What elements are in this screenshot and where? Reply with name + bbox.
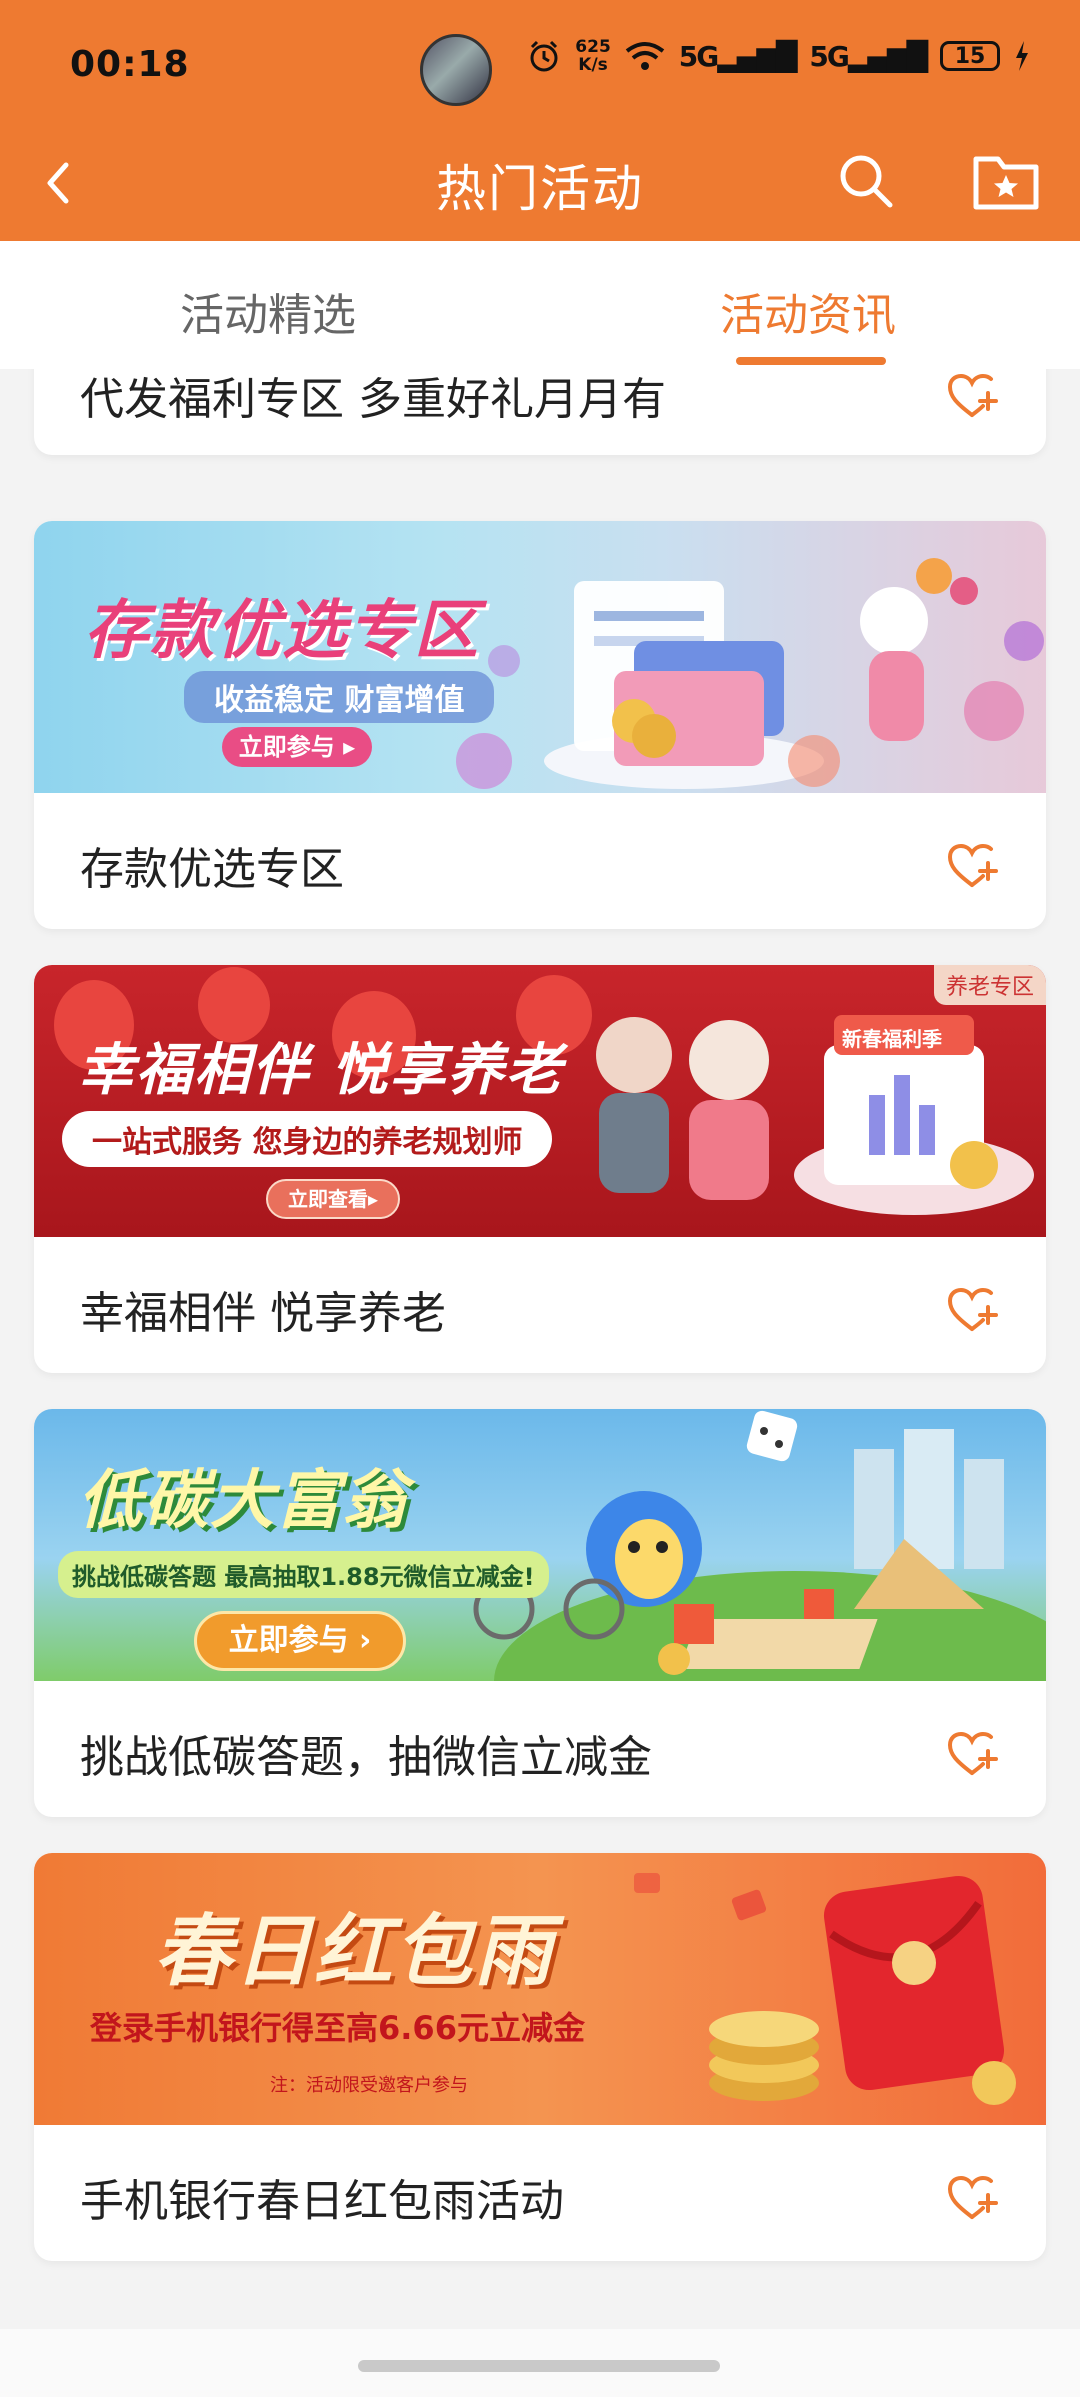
favorite-heart-icon[interactable] <box>946 2173 998 2225</box>
favorite-heart-icon[interactable] <box>946 371 998 423</box>
favorite-heart-icon[interactable] <box>946 841 998 893</box>
calendar-tag: 新春福利季 <box>842 1027 942 1051</box>
activity-banner[interactable]: 春日红包雨 登录手机银行得至高6.66元立减金 注：活动限受邀客户参与 <box>34 1853 1046 2125</box>
activity-title: 幸福相伴 悦享养老 <box>80 1288 446 1339</box>
activity-banner[interactable]: 存款优选专区 收益稳定 财富增值 立即参与 ▸ <box>34 521 1046 793</box>
net-speed-unit: K/s <box>578 55 608 75</box>
banner-join-button[interactable]: 立即参与 ▸ <box>222 727 372 767</box>
signal-bars-icon: ▂▄▆█ <box>717 39 797 73</box>
banner-headline: 春日红包雨 <box>154 1907 555 1997</box>
activity-banner[interactable]: 低碳大富翁 挑战低碳答题 最高抽取1.88元微信立减金! 立即参与 › <box>34 1409 1046 1681</box>
banner-view-button[interactable]: 立即查看▸ <box>266 1179 400 1219</box>
activity-card[interactable]: 春日红包雨 登录手机银行得至高6.66元立减金 注：活动限受邀客户参与 手机银行… <box>34 1853 1046 2261</box>
favorite-heart-icon[interactable] <box>946 1285 998 1337</box>
banner-headline: 存款优选专区 <box>84 594 480 668</box>
banner-subline: 一站式服务 您身边的养老规划师 <box>62 1111 553 1167</box>
net-speed: 625 K/s <box>575 38 611 74</box>
activity-title: 手机银行春日红包雨活动 <box>80 2176 564 2227</box>
folder-star-icon[interactable] <box>970 147 1042 215</box>
wifi-icon <box>625 42 665 70</box>
signal-bars-icon: ▂▄▆█ <box>847 39 928 73</box>
app-header: 热门活动 <box>0 125 1080 241</box>
tab-featured[interactable]: 活动精选 <box>180 279 356 343</box>
search-icon[interactable] <box>832 147 900 215</box>
signal-1: 5G▂▄▆█ <box>678 39 798 73</box>
activity-card[interactable]: 养老专区 新春福利季 幸福相伴 悦享养老 一站式服务 您身边的养老规划师 立即查… <box>34 965 1046 1373</box>
net-speed-value: 625 <box>575 37 611 57</box>
activity-card[interactable]: 存款优选专区 收益稳定 财富增值 立即参与 ▸ 存款优选专区 <box>34 521 1046 929</box>
status-time: 00:18 <box>70 44 190 85</box>
banner-subline: 收益稳定 财富增值 <box>184 671 495 723</box>
home-indicator[interactable] <box>358 2360 720 2372</box>
signal-2-label: 5G <box>809 39 849 73</box>
status-bar: 00:18 625 K/s 5G▂▄▆█ 5G▂▄▆█ 15 <box>0 0 1080 125</box>
activity-card[interactable]: 代发福利专区 多重好礼月月有 <box>34 369 1046 455</box>
banner-headline: 低碳大富翁 <box>78 1464 408 1538</box>
activity-title: 代发福利专区 多重好礼月月有 <box>80 374 666 425</box>
activity-card[interactable]: 低碳大富翁 挑战低碳答题 最高抽取1.88元微信立减金! 立即参与 › 挑战低碳… <box>34 1409 1046 1817</box>
tab-news[interactable]: 活动资讯 <box>720 279 896 343</box>
charging-icon <box>1016 41 1028 71</box>
banner-note: 注：活动限受邀客户参与 <box>270 2075 468 2096</box>
activity-title: 存款优选专区 <box>80 844 344 895</box>
banner-headline: 幸福相伴 悦享养老 <box>78 1038 564 1103</box>
favorite-heart-icon[interactable] <box>946 1729 998 1781</box>
battery-level: 15 <box>954 43 986 69</box>
status-avatar <box>420 34 492 106</box>
corner-tag: 养老专区 <box>933 965 1046 1005</box>
page-title: 热门活动 <box>436 160 644 218</box>
alarm-icon <box>530 40 558 72</box>
tab-active-indicator <box>736 357 886 365</box>
activity-banner[interactable]: 养老专区 新春福利季 幸福相伴 悦享养老 一站式服务 您身边的养老规划师 立即查… <box>34 965 1046 1237</box>
activity-title: 挑战低碳答题，抽微信立减金 <box>80 1732 652 1783</box>
status-icons: 625 K/s 5G▂▄▆█ 5G▂▄▆█ 15 <box>527 38 1030 74</box>
battery-icon: 15 <box>940 41 1000 71</box>
banner-subline: 挑战低碳答题 最高抽取1.88元微信立减金! <box>58 1551 549 1598</box>
activity-list: 代发福利专区 多重好礼月月有 存款优选专区 收益稳定 财富增值 立即参与 ▸ 存… <box>0 369 1080 2329</box>
tab-bar: 活动精选 活动资讯 <box>0 241 1080 369</box>
signal-2: 5G▂▄▆█ <box>809 39 928 73</box>
signal-1-label: 5G <box>678 39 719 73</box>
banner-join-button[interactable]: 立即参与 › <box>194 1611 406 1671</box>
banner-subline: 登录手机银行得至高6.66元立减金 <box>90 2009 585 2047</box>
